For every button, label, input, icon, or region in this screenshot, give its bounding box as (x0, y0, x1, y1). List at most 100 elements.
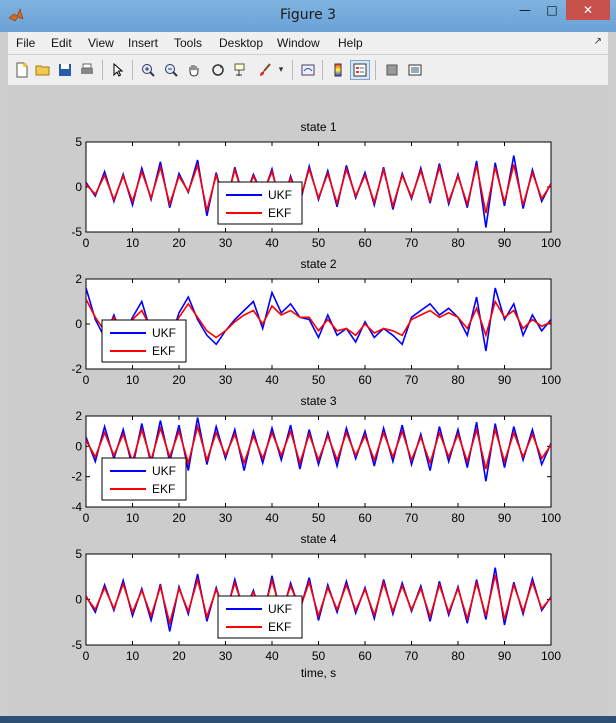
x-tick-label: 10 (126, 373, 140, 387)
y-tick-label: -5 (71, 225, 82, 239)
new-figure-button[interactable] (12, 60, 32, 80)
brush-button[interactable] (255, 60, 275, 80)
x-tick-label: 100 (541, 236, 561, 250)
menu-window[interactable]: Window (277, 36, 320, 50)
x-tick-label: 40 (265, 511, 279, 525)
menu-file[interactable]: File (16, 36, 35, 50)
insert-colorbar-button[interactable] (328, 60, 348, 80)
rotate-3d-button[interactable] (208, 60, 228, 80)
legend: UKF EKF (101, 457, 187, 501)
y-tick-label: -2 (71, 470, 82, 484)
figure-toolbar: ▾ (8, 55, 608, 86)
maximize-button[interactable]: □ (539, 0, 565, 20)
brush-dropdown-button[interactable]: ▾ (275, 60, 287, 80)
link-plot-button[interactable] (298, 60, 318, 80)
maximize-icon: □ (546, 3, 558, 17)
subplot-title: state 4 (300, 532, 336, 546)
legend: UKF EKF (217, 595, 303, 639)
new-figure-icon (16, 62, 28, 78)
zoom-out-button[interactable] (161, 60, 181, 80)
x-axis-label: time, s (301, 666, 336, 680)
y-tick-label: -5 (71, 638, 82, 652)
y-tick-label: 2 (75, 409, 82, 423)
menu-tools[interactable]: Tools (174, 36, 202, 50)
x-tick-label: 40 (265, 649, 279, 663)
x-tick-label: 40 (265, 373, 279, 387)
x-tick-label: 0 (83, 649, 90, 663)
pan-button[interactable] (184, 60, 204, 80)
menu-help[interactable]: Help (338, 36, 363, 50)
hide-plot-tools-button[interactable] (382, 60, 402, 80)
x-tick-label: 0 (83, 236, 90, 250)
insert-legend-icon (353, 63, 367, 77)
pan-hand-icon (189, 65, 199, 77)
subplot-3: state 3 0 10 20 30 40 50 60 70 80 90 100 -4 -2 0 2 UKF EK… (71, 394, 561, 525)
legend: UKF EKF (217, 181, 303, 225)
x-tick-label: 60 (358, 236, 372, 250)
menu-edit[interactable]: Edit (51, 36, 72, 50)
brush-dropdown-icon: ▾ (278, 65, 284, 75)
menu-overflow-arrow-icon[interactable]: ↗ (594, 36, 602, 47)
subplot-title: state 1 (300, 120, 336, 134)
x-tick-label: 70 (405, 511, 419, 525)
legend-label: EKF (268, 620, 291, 634)
x-tick-label: 20 (172, 511, 186, 525)
taskbar-strip (0, 716, 616, 723)
figure-canvas[interactable]: state 1 0 10 20 30 40 50 60 70 80 90 100 -5 0 5 UKF EKF s… (8, 86, 608, 716)
toolbar-separator (322, 60, 323, 80)
x-tick-label: 10 (126, 649, 140, 663)
subplot-2: state 20 10 20 30 40 50 60 70 80 90 100-202UKFEKF (71, 257, 561, 387)
x-tick-label: 70 (405, 236, 419, 250)
zoom-in-icon (142, 64, 155, 77)
legend: UKF EKF (101, 319, 187, 363)
menu-desktop[interactable]: Desktop (219, 36, 263, 50)
toolbar-separator (132, 60, 133, 80)
y-tick-label: 5 (75, 135, 82, 149)
legend-label: EKF (268, 206, 291, 220)
open-file-icon (35, 65, 50, 76)
y-tick-label: -2 (71, 362, 82, 376)
minimize-button[interactable]: — (512, 0, 538, 20)
insert-legend-button[interactable] (350, 60, 370, 80)
open-file-button[interactable] (33, 60, 53, 80)
y-tick-label: 5 (75, 547, 82, 561)
zoom-in-button[interactable] (138, 60, 158, 80)
save-button[interactable] (55, 60, 75, 80)
x-tick-label: 70 (405, 649, 419, 663)
x-tick-label: 90 (498, 511, 512, 525)
show-plot-tools-button[interactable] (405, 60, 425, 80)
legend-label: EKF (152, 344, 175, 358)
x-tick-label: 60 (358, 511, 372, 525)
x-tick-label: 0 (83, 511, 90, 525)
x-tick-label: 50 (312, 649, 326, 663)
brush-icon (260, 63, 271, 76)
subplot-title: state 2 (300, 257, 336, 271)
y-tick-label: 0 (75, 317, 82, 331)
close-button[interactable]: ✕ (566, 0, 610, 20)
x-tick-label: 30 (219, 511, 233, 525)
x-tick-label: 30 (219, 649, 233, 663)
x-tick-label: 30 (219, 373, 233, 387)
edit-plot-arrow-icon (113, 62, 124, 77)
edit-plot-button[interactable] (108, 60, 128, 80)
toolbar-separator (292, 60, 293, 80)
menu-bar: File Edit View Insert Tools Desktop Wind… (8, 32, 608, 54)
menu-view[interactable]: View (88, 36, 114, 50)
legend-label: UKF (268, 188, 292, 202)
x-tick-label: 50 (312, 373, 326, 387)
x-tick-label: 50 (312, 511, 326, 525)
x-tick-label: 20 (172, 373, 186, 387)
menu-insert[interactable]: Insert (128, 36, 158, 50)
insert-colorbar-icon (334, 63, 342, 77)
x-tick-label: 20 (172, 649, 186, 663)
x-tick-label: 90 (498, 236, 512, 250)
subplot-title: state 3 (300, 394, 336, 408)
title-bar[interactable]: Figure 3 — □ ✕ (0, 0, 616, 32)
x-tick-label: 40 (265, 236, 279, 250)
print-button[interactable] (77, 60, 97, 80)
subplot-1: state 10 10 20 30 40 50 60 70 80 90 100-505UKFEKF (71, 120, 561, 250)
data-cursor-button[interactable] (231, 60, 251, 80)
rotate-3d-icon (212, 64, 224, 76)
figure-window: Figure 3 — □ ✕ File Edit View Insert Too… (0, 0, 616, 723)
toolbar-separator (375, 60, 376, 80)
